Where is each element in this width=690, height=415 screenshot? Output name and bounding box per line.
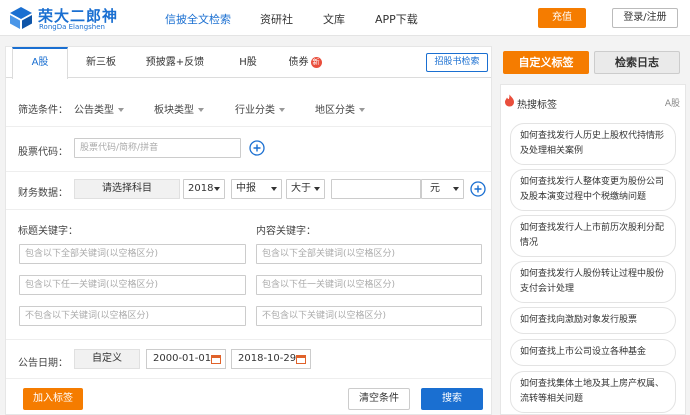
nav-research[interactable]: 资研社 (260, 11, 293, 27)
add-stock-plus-icon[interactable] (249, 140, 265, 156)
board-type-label: 板块类型 (154, 105, 194, 116)
hot-tag-item[interactable]: 如何查找向激励对象发行股票 (510, 307, 676, 334)
content-all-keywords-input[interactable]: 包含以下全部关键词(以空格区分) (256, 244, 482, 264)
finance-value-input[interactable] (331, 179, 421, 199)
custom-tag-button[interactable]: 自定义标签 (503, 51, 589, 74)
announcement-type-label: 公告类型 (74, 105, 114, 116)
end-date-value: 2018-10-29 (238, 353, 297, 364)
recharge-button[interactable]: 充值 (538, 8, 586, 28)
search-log-button[interactable]: 检索日志 (594, 51, 680, 74)
chevron-down-icon (198, 108, 204, 112)
divider (6, 171, 491, 172)
hot-tag-item[interactable]: 如何查找上市公司设立各种基金 (510, 339, 676, 366)
search-button[interactable]: 搜索 (421, 388, 483, 410)
finance-label: 财务数据： (18, 188, 68, 199)
nav-fulltext-search[interactable]: 信披全文检索 (165, 11, 231, 27)
logo-mark-icon (10, 7, 32, 29)
region-label: 地区分类 (315, 105, 355, 116)
divider (6, 126, 491, 127)
compare-value: 大于 (291, 183, 311, 194)
tab-h-share[interactable]: H股 (228, 47, 268, 78)
announcement-type-dropdown[interactable]: 公告类型 (74, 101, 124, 116)
hot-tag-item[interactable]: 如何查找发行人历史上股权代持情形及处理相关案例 (510, 123, 676, 165)
unit-select[interactable]: 元 (421, 179, 464, 199)
hot-tag-item[interactable]: 如何查找集体土地及其上房产权属、流转等相关问题 (510, 371, 676, 413)
filter-label: 筛选条件： (18, 105, 68, 116)
tab-bond-label: 债券 (288, 57, 309, 68)
hot-tag-item[interactable]: 如何查找发行人整体变更为股份公司及股本演变过程中个税缴纳问题 (510, 169, 676, 211)
title-exclude-keywords-input[interactable]: 不包含以下关键词(以空格区分) (19, 306, 246, 326)
start-date-input[interactable]: 2000-01-01 (146, 349, 226, 369)
board-type-dropdown[interactable]: 板块类型 (154, 101, 204, 116)
industry-label: 行业分类 (235, 105, 275, 116)
add-finance-plus-icon[interactable] (470, 181, 486, 197)
tab-a-share[interactable]: A股 (12, 47, 68, 79)
date-custom-button[interactable]: 自定义 (74, 349, 140, 369)
chevron-down-icon (359, 108, 365, 112)
hot-tags-panel: 热搜标签 A股 如何查找发行人历史上股权代持情形及处理相关案例 如何查找发行人整… (500, 84, 686, 415)
chevron-down-icon (314, 187, 320, 191)
login-register-button[interactable]: 登录/注册 (612, 8, 678, 28)
chevron-down-icon (279, 108, 285, 112)
chevron-down-icon (214, 187, 220, 191)
region-dropdown[interactable]: 地区分类 (315, 101, 365, 116)
stock-code-input[interactable]: 股票代码/简称/拼音 (74, 138, 241, 158)
top-header: 荣大二郎神 RongDa Elangshen 信披全文检索 资研社 文库 APP… (0, 0, 690, 36)
search-panel: A股 新三板 预披露+反馈 H股 债券新 招股书检索 筛选条件： 公告类型 板块… (5, 46, 492, 415)
start-date-value: 2000-01-01 (153, 353, 212, 364)
hot-tags-market: A股 (664, 99, 680, 109)
end-date-input[interactable]: 2018-10-29 (231, 349, 311, 369)
new-badge: 新 (310, 56, 322, 68)
period-value: 中报 (236, 183, 256, 194)
tab-pre-disclosure[interactable]: 预披露+反馈 (138, 47, 212, 78)
finance-subject-select[interactable]: 请选择科目 (74, 179, 180, 199)
divider (6, 339, 491, 340)
compare-select[interactable]: 大于 (286, 179, 325, 199)
prospectus-search-button[interactable]: 招股书检索 (426, 53, 488, 72)
calendar-icon (211, 355, 221, 364)
hot-tag-item[interactable]: 如何查找发行人上市前历次股利分配情况 (510, 215, 676, 257)
year-value: 2018 (188, 183, 214, 194)
divider (6, 378, 491, 379)
chevron-down-icon (118, 108, 124, 112)
period-select[interactable]: 中报 (231, 179, 282, 199)
clear-conditions-button[interactable]: 清空条件 (348, 388, 410, 410)
nav-library[interactable]: 文库 (323, 11, 345, 27)
title-all-keywords-input[interactable]: 包含以下全部关键词(以空格区分) (19, 244, 246, 264)
content-keywords-label: 内容关键字： (256, 226, 316, 237)
tab-neeq[interactable]: 新三板 (74, 47, 128, 78)
title-any-keywords-input[interactable]: 包含以下任一关键词(以空格区分) (19, 275, 246, 295)
hot-tags-title: 热搜标签 (517, 100, 557, 111)
unit-value: 元 (430, 183, 440, 194)
tab-bond[interactable]: 债券新 (280, 47, 330, 78)
logo-subtext: RongDa Elangshen (39, 23, 105, 31)
logo[interactable]: 荣大二郎神 RongDa Elangshen (8, 4, 158, 32)
stock-code-label: 股票代码： (18, 147, 68, 158)
divider (6, 209, 491, 210)
content-exclude-keywords-input[interactable]: 不包含以下关键词(以空格区分) (256, 306, 482, 326)
title-keywords-label: 标题关键字： (18, 226, 78, 237)
add-tag-button[interactable]: 加入标签 (23, 388, 83, 410)
market-tabs: A股 新三板 预披露+反馈 H股 债券新 招股书检索 (6, 47, 491, 79)
fire-icon (505, 94, 514, 107)
industry-dropdown[interactable]: 行业分类 (235, 101, 285, 116)
nav-app-download[interactable]: APP下载 (375, 11, 418, 27)
chevron-down-icon (453, 187, 459, 191)
chevron-down-icon (271, 187, 277, 191)
date-label: 公告日期： (18, 358, 68, 369)
content-any-keywords-input[interactable]: 包含以下任一关键词(以空格区分) (256, 275, 482, 295)
calendar-icon (296, 355, 306, 364)
year-select[interactable]: 2018 (183, 179, 225, 199)
hot-tag-item[interactable]: 如何查找发行人股份转让过程中股份支付会计处理 (510, 261, 676, 303)
